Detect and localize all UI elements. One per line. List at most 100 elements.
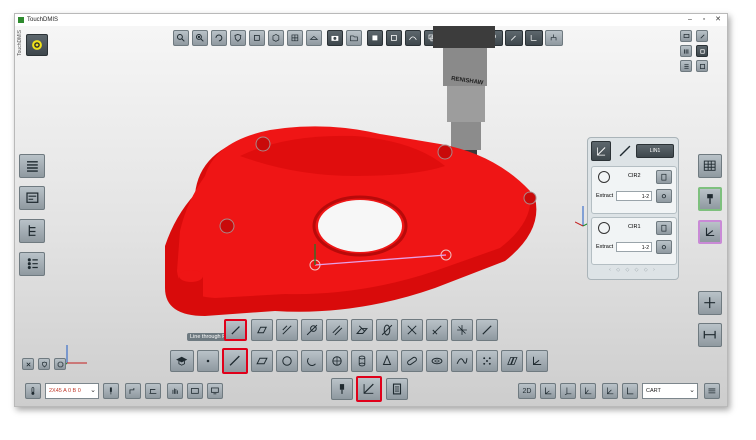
feature-options-button[interactable] [656, 170, 672, 184]
curve-feature-button[interactable] [451, 350, 473, 372]
extract-range-input[interactable]: 1-2 [616, 242, 652, 252]
construct-plane-button[interactable] [251, 319, 273, 341]
dots-icon [483, 357, 491, 365]
slot-icon [407, 356, 417, 366]
coord-align-icon [627, 387, 634, 395]
hand-button[interactable] [167, 383, 183, 399]
circle-feature-button[interactable] [276, 350, 298, 372]
window-title: TouchDMIS [27, 17, 59, 23]
probe-tool-icon [707, 194, 713, 204]
maximize-icon[interactable]: ▫ [697, 14, 711, 26]
feature-card-cir1: CIR1 Extract 1-2 [591, 217, 677, 265]
plane-feature-button[interactable] [251, 350, 273, 372]
construct-perpendicular-button[interactable] [401, 319, 423, 341]
circle-radio-icon[interactable] [598, 171, 610, 183]
surface-points-button[interactable] [476, 350, 498, 372]
octagon-icon [57, 361, 63, 367]
gear-icon [661, 244, 667, 250]
construct-best-fit-button[interactable] [476, 319, 498, 341]
line-construct-icon [596, 146, 606, 156]
report-mode-button[interactable] [386, 378, 408, 400]
line-through-points-button[interactable] [224, 319, 247, 341]
construct-tangent-button[interactable] [301, 319, 323, 341]
coord-system-button[interactable] [602, 383, 618, 399]
report-mode-icon [392, 383, 402, 395]
hand-icon [172, 388, 178, 394]
monitor-button[interactable] [207, 383, 223, 399]
parallel-icon [332, 325, 343, 336]
extract-range-input[interactable]: 1-2 [616, 191, 652, 201]
alignment-button[interactable] [698, 220, 722, 244]
move-machine-button[interactable] [125, 383, 141, 399]
close-icon[interactable]: ✕ [711, 14, 725, 26]
system-select[interactable]: CART ⌄ [642, 383, 698, 399]
rack-icon [191, 388, 199, 394]
coord-zx-button[interactable] [580, 383, 596, 399]
probe-config-button[interactable] [103, 383, 119, 399]
construct-axis-button[interactable] [451, 319, 473, 341]
cone-feature-button[interactable] [376, 350, 398, 372]
tool-rack-button[interactable] [187, 383, 203, 399]
probe-tool-button[interactable] [698, 187, 722, 211]
feature-settings-button[interactable] [656, 189, 672, 203]
probe-config-icon [110, 387, 112, 395]
keypad-button[interactable] [698, 154, 722, 178]
coord-yz-button[interactable] [560, 383, 576, 399]
construct-line-button[interactable] [591, 141, 611, 161]
construct-mode-button[interactable] [356, 376, 382, 402]
datum-icon [533, 356, 542, 365]
datum-button[interactable] [526, 350, 548, 372]
curve-icon [456, 358, 468, 364]
distance-icon [703, 331, 716, 339]
move-point-button[interactable] [698, 291, 722, 315]
construct-parallel-button[interactable] [326, 319, 348, 341]
torus-icon [431, 357, 443, 365]
construct-projection-button[interactable] [351, 319, 373, 341]
midline-icon [282, 325, 292, 335]
probe-select[interactable]: 2X45 A 0 B 0 ⌄ [45, 383, 99, 399]
feature-name: CIR2 [628, 173, 641, 179]
feature-name: CIR1 [628, 224, 641, 230]
arc-icon [307, 357, 316, 366]
stop-button[interactable] [54, 358, 66, 370]
feature-settings-button[interactable] [656, 240, 672, 254]
view-2d-button[interactable]: 2D [518, 383, 536, 399]
app-window: TouchDMIS – ▫ ✕ TouchDMIS RENISHAW LIN1 … [14, 13, 728, 407]
cone-icon [382, 354, 392, 365]
line-points-icon [231, 325, 240, 335]
construct-offset-button[interactable] [426, 319, 448, 341]
construct-intersect-button[interactable] [376, 319, 398, 341]
temperature-button[interactable] [25, 383, 41, 399]
perpendicular-icon [407, 325, 417, 335]
coord-xy-icon [545, 387, 552, 395]
graduation-button[interactable] [170, 350, 194, 372]
coord-xy-button[interactable] [540, 383, 556, 399]
settings-menu-button[interactable] [704, 383, 720, 399]
feature-tag[interactable]: LIN1 [636, 144, 674, 158]
feature-options-button[interactable] [656, 221, 672, 235]
section-button[interactable] [501, 350, 523, 372]
cylinder-feature-button[interactable] [351, 350, 373, 372]
intersect-icon [381, 324, 393, 336]
plane-construct-icon [257, 326, 267, 334]
torus-feature-button[interactable] [426, 350, 448, 372]
cancel-button[interactable] [22, 358, 34, 370]
distance-button[interactable] [698, 323, 722, 347]
move-icon [704, 297, 716, 309]
construct-midline-button[interactable] [276, 319, 298, 341]
measure-probe-button[interactable] [331, 378, 353, 400]
point-feature-button[interactable] [197, 350, 219, 372]
tangent-icon [306, 324, 318, 336]
line-feature-button[interactable] [222, 348, 248, 374]
shield-small-button[interactable] [38, 358, 50, 370]
slot-feature-button[interactable] [401, 350, 423, 372]
circle-radio-icon[interactable] [598, 222, 610, 234]
minimize-icon[interactable]: – [683, 14, 697, 26]
feature-card-cir2: CIR2 Extract 1-2 [591, 166, 677, 214]
clearance-button[interactable] [145, 383, 161, 399]
feature-actions-row[interactable]: ‹ ◇ ◇ ◇ ◇ › [591, 267, 675, 276]
coord-align-button[interactable] [622, 383, 638, 399]
clearance-icon [149, 389, 157, 394]
sphere-feature-button[interactable] [326, 350, 348, 372]
arc-feature-button[interactable] [301, 350, 323, 372]
